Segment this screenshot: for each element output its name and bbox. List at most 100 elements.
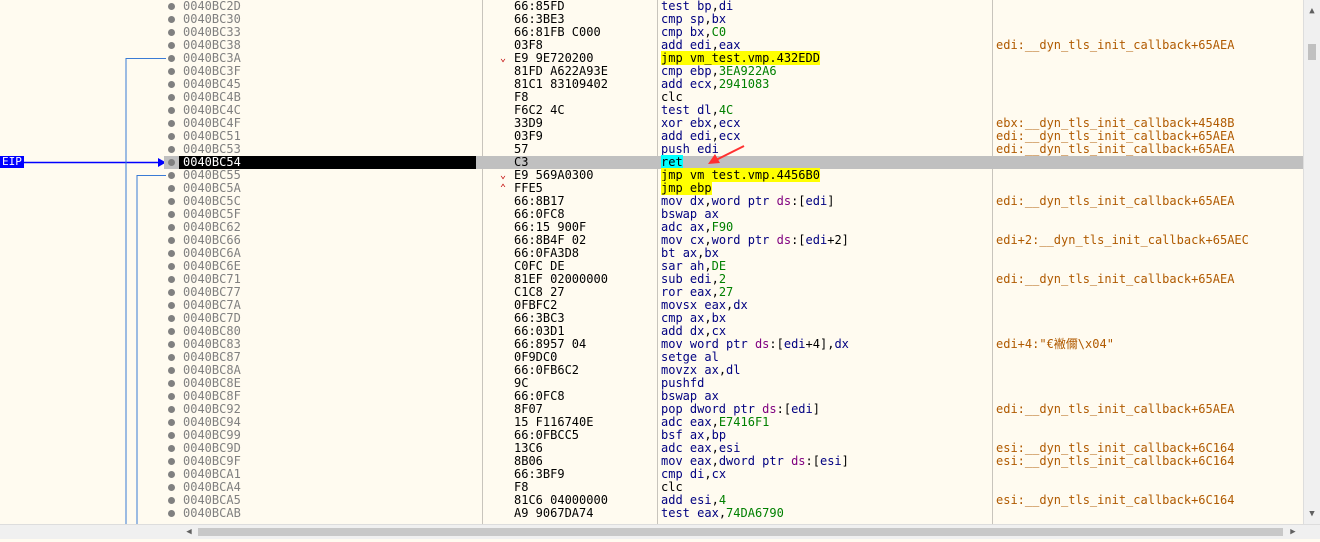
- breakpoint-dot-icon[interactable]: [168, 367, 175, 374]
- instruction-token: di: [689, 467, 705, 481]
- breakpoint-dot-icon[interactable]: [168, 406, 175, 413]
- breakpoint-dot-icon[interactable]: [168, 315, 175, 322]
- scroll-left-icon[interactable]: ◀: [182, 525, 196, 539]
- instruction-token: word ptr: [711, 233, 777, 247]
- instruction-token: ,: [704, 12, 712, 26]
- instruction-token: ax: [689, 428, 705, 442]
- jump-arrows: [0, 58, 166, 539]
- breakpoint-dot-icon[interactable]: [168, 94, 175, 101]
- breakpoint-dot-icon[interactable]: [168, 120, 175, 127]
- breakpoint-dot-icon[interactable]: [168, 341, 175, 348]
- instruction-token: 27: [718, 285, 734, 299]
- breakpoint-dot-icon[interactable]: [168, 380, 175, 387]
- disassembly-listing[interactable]: 0040BC2D 66:85FD test bp,di 0040BC30 66:3BE3…: [164, 0, 1304, 525]
- breakpoint-dot-icon[interactable]: [168, 29, 175, 36]
- breakpoint-dot-icon[interactable]: [168, 419, 175, 426]
- bytes-cell: 81C1 83109402: [514, 77, 608, 91]
- instruction-token: bsf: [661, 428, 690, 442]
- scroll-up-icon[interactable]: ▲: [1304, 4, 1320, 18]
- instruction-row[interactable]: 0040BC55 ⌄ E9 569A0300 jmp vm_test.vmp.4456…: [164, 168, 1304, 182]
- instruction-row[interactable]: 0040BC30 66:3BE3 cmp sp,bx: [164, 13, 1304, 26]
- instruction-row[interactable]: 0040BC4B F8 clc: [164, 91, 1304, 104]
- breakpoint-dot-icon[interactable]: [168, 354, 175, 361]
- breakpoint-dot-icon[interactable]: [168, 16, 175, 23]
- instruction-row[interactable]: 0040BC83 66:8957 04 mov word ptr ds:[edi+4…: [164, 338, 1304, 351]
- instruction-token: jmp vm_test.vmp.4456B0: [661, 168, 820, 182]
- breakpoint-dot-icon[interactable]: [168, 146, 175, 153]
- instruction-token: dl: [697, 103, 712, 117]
- instruction-token: clc: [661, 90, 683, 104]
- breakpoint-dot-icon[interactable]: [168, 302, 175, 309]
- breakpoint-dot-icon[interactable]: [168, 432, 175, 439]
- scroll-right-icon[interactable]: ▶: [1286, 525, 1300, 539]
- instruction-row[interactable]: 0040BC71 81EF 02000000 sub edi,2 edi:__dyn_…: [164, 273, 1304, 286]
- breakpoint-dot-icon[interactable]: [168, 211, 175, 218]
- breakpoint-dot-icon[interactable]: [168, 237, 175, 244]
- instruction-token: edi: [805, 233, 828, 247]
- breakpoint-dot-icon[interactable]: [168, 445, 175, 452]
- instruction-token: 74DA6790: [726, 506, 784, 520]
- breakpoint-dot-icon[interactable]: [168, 263, 175, 270]
- instruction-token: eax: [689, 441, 712, 455]
- instruction-row[interactable]: 0040BC8E 9C pushfd: [164, 377, 1304, 390]
- instruction-token: bx: [711, 12, 727, 26]
- vertical-scrollbar[interactable]: ▲ ▼: [1303, 0, 1320, 525]
- vertical-scroll-thumb[interactable]: [1308, 44, 1316, 60]
- breakpoint-dot-icon[interactable]: [168, 3, 175, 10]
- instruction-token: ,: [711, 38, 719, 52]
- breakpoint-dot-icon[interactable]: [168, 276, 175, 283]
- instruction-token: ,: [704, 220, 712, 234]
- instruction-row[interactable]: 0040BC7D 66:3BC3 cmp ax,bx: [164, 312, 1304, 325]
- instruction-token: 4: [718, 493, 727, 507]
- horizontal-scrollbar[interactable]: ◀ ▶: [0, 524, 1320, 539]
- instruction-token: al: [704, 350, 719, 364]
- breakpoint-dot-icon[interactable]: [168, 497, 175, 504]
- breakpoint-dot-icon[interactable]: [168, 198, 175, 205]
- instruction-row[interactable]: 0040BC2D 66:85FD test bp,di: [164, 0, 1304, 13]
- instruction-token: cx: [711, 467, 727, 481]
- breakpoint-dot-icon[interactable]: [168, 250, 175, 257]
- breakpoint-dot-icon[interactable]: [168, 393, 175, 400]
- horizontal-scroll-thumb[interactable]: [198, 528, 1283, 536]
- instruction-row[interactable]: 0040BC9F 8B06 mov eax,dword ptr ds:[esi] es…: [164, 455, 1304, 468]
- breakpoint-dot-icon[interactable]: [168, 55, 175, 62]
- instruction-token: edi: [689, 38, 712, 52]
- breakpoint-dot-icon[interactable]: [168, 471, 175, 478]
- breakpoint-dot-icon[interactable]: [168, 68, 175, 75]
- instruction-token: dword ptr: [689, 402, 763, 416]
- breakpoint-dot-icon[interactable]: [168, 107, 175, 114]
- instruction-row[interactable]: 0040BC94 15 F116740E adc eax,E7416F1: [164, 416, 1304, 429]
- breakpoint-dot-icon[interactable]: [168, 458, 175, 465]
- instruction-token: test: [661, 506, 698, 520]
- breakpoint-dot-icon[interactable]: [168, 328, 175, 335]
- instruction-row[interactable]: 0040BC6A 66:0FA3D8 bt ax,bx: [164, 247, 1304, 260]
- instruction-token: ,: [711, 129, 719, 143]
- instruction-row[interactable]: 0040BC5F 66:0FC8 bswap ax: [164, 208, 1304, 221]
- breakpoint-dot-icon[interactable]: [168, 185, 175, 192]
- scroll-down-icon[interactable]: ▼: [1304, 507, 1320, 521]
- instruction-row[interactable]: 0040BC45 81C1 83109402 add ecx,2941083: [164, 78, 1304, 91]
- instruction-row[interactable]: 0040BC5C 66:8B17 mov dx,word ptr ds:[edi] e…: [164, 195, 1304, 208]
- breakpoint-dot-icon[interactable]: [168, 289, 175, 296]
- breakpoint-dot-icon[interactable]: [168, 81, 175, 88]
- breakpoint-dot-icon[interactable]: [168, 172, 175, 179]
- instruction-token: :[: [769, 337, 784, 351]
- instruction-token: +4],: [805, 337, 835, 351]
- breakpoint-dot-icon[interactable]: [168, 133, 175, 140]
- instruction-token: ,: [711, 493, 719, 507]
- instruction-token: ds: [776, 194, 792, 208]
- breakpoint-dot-icon[interactable]: [168, 484, 175, 491]
- instruction-row[interactable]: 0040BCA1 66:3BF9 cmp di,cx: [164, 468, 1304, 481]
- instruction-row[interactable]: 0040BCAB A9 9067DA74 test eax,74DA6790: [164, 507, 1304, 520]
- instruction-row[interactable]: 0040BC66 66:8B4F 02 mov cx,word ptr ds:[ed…: [164, 234, 1304, 247]
- breakpoint-dot-icon[interactable]: [168, 159, 175, 166]
- instruction-token: ,: [704, 25, 712, 39]
- instruction-token: add: [661, 77, 690, 91]
- instruction-token: edi: [783, 337, 806, 351]
- breakpoint-dot-icon[interactable]: [168, 42, 175, 49]
- instruction-token: bx: [711, 311, 727, 325]
- breakpoint-dot-icon[interactable]: [168, 510, 175, 517]
- breakpoint-dot-icon[interactable]: [168, 224, 175, 231]
- instruction-row[interactable]: 0040BC8A 66:0FB6C2 movzx ax,dl: [164, 364, 1304, 377]
- instruction-row[interactable]: 0040BC7A 0FBFC2 movsx eax,dx: [164, 299, 1304, 312]
